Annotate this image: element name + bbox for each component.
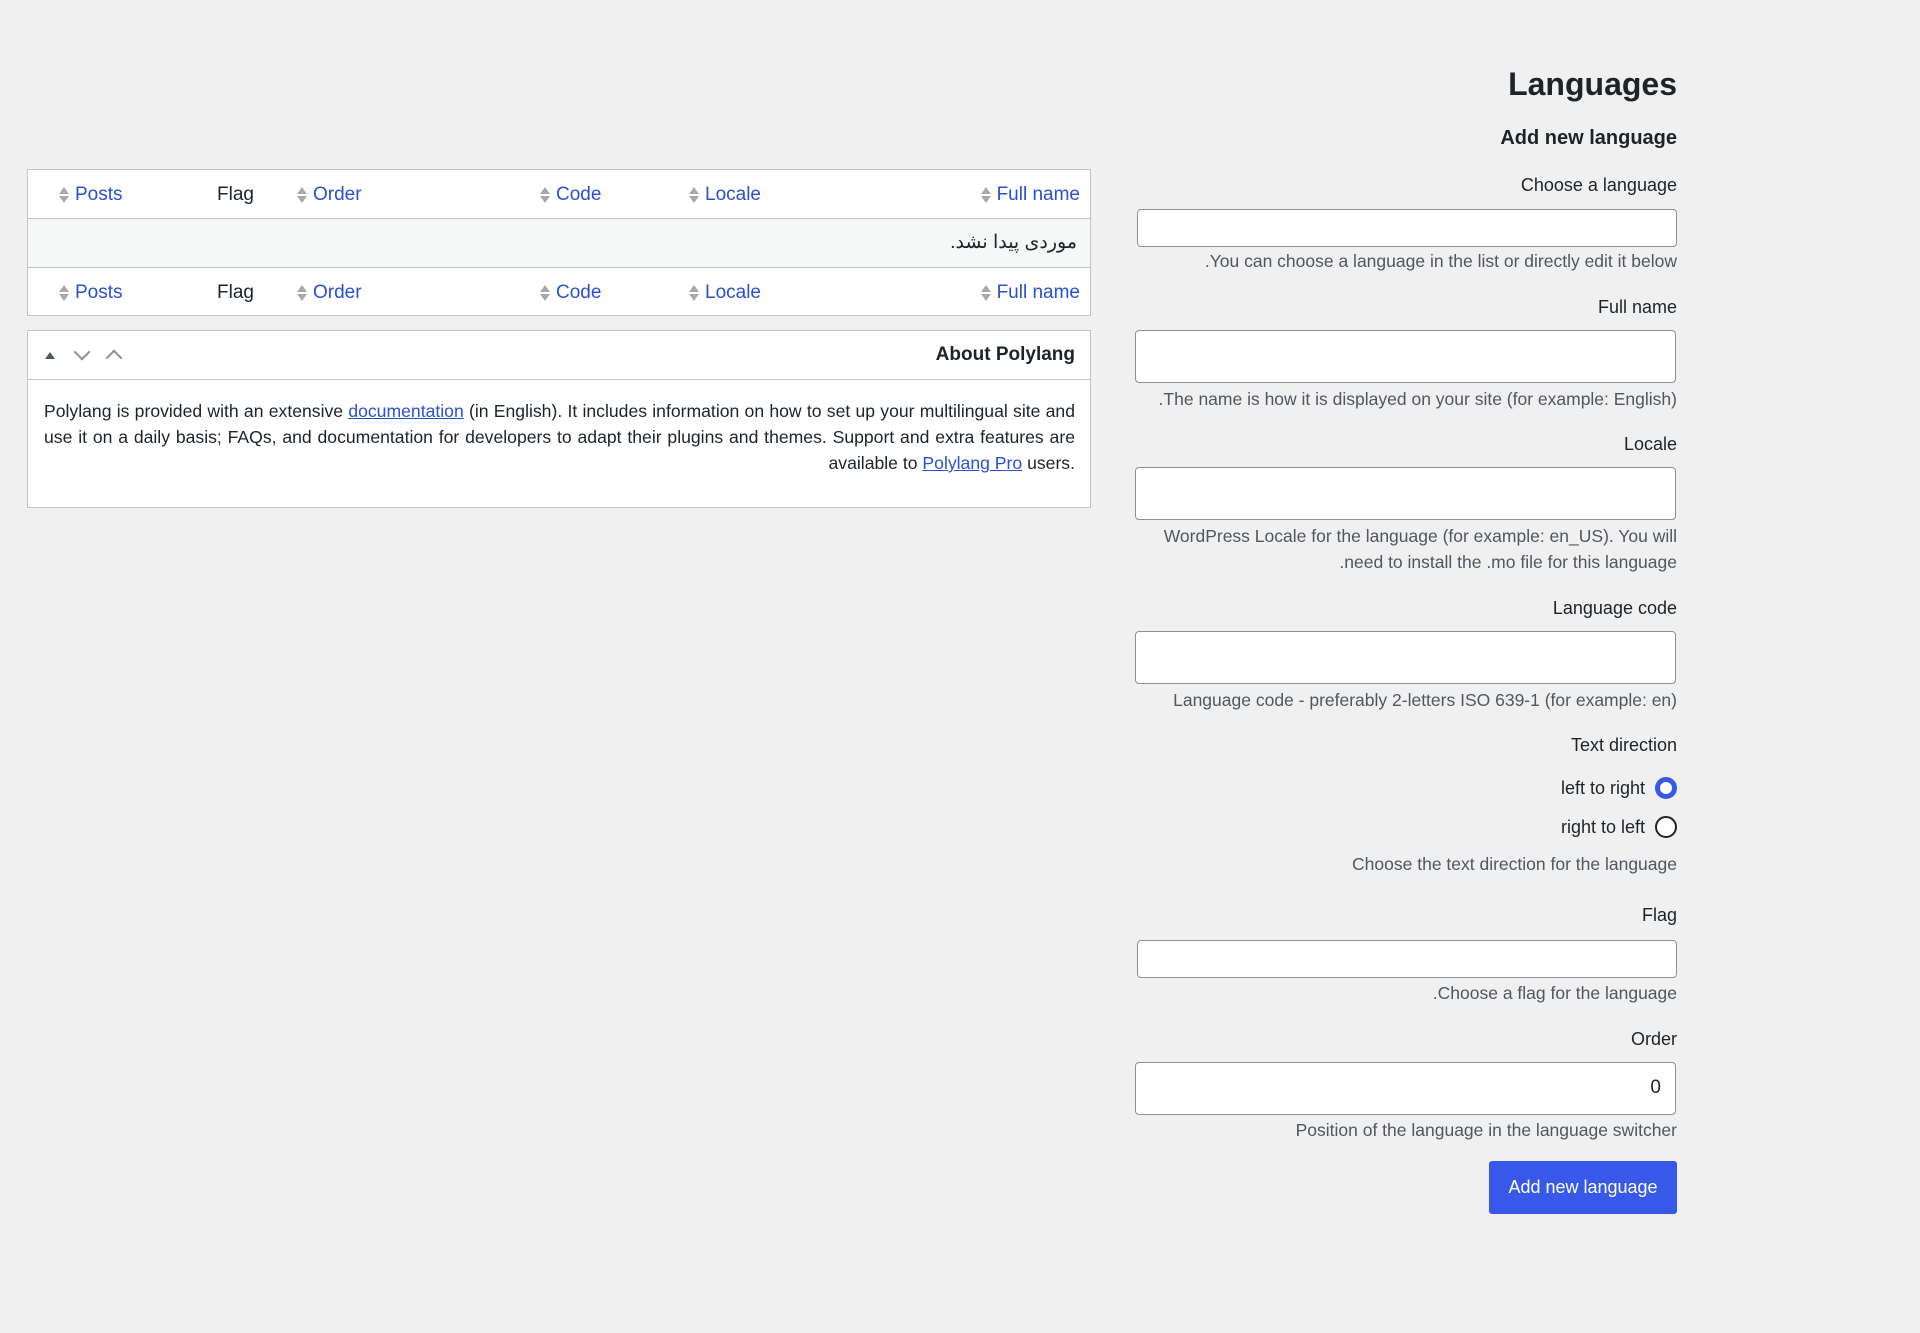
locale-label: Locale — [1623, 434, 1677, 454]
radio-ltr-button[interactable] — [1655, 777, 1677, 799]
order-input[interactable]: 0 — [1135, 1062, 1676, 1115]
flag-label: Flag — [1641, 905, 1677, 925]
column-locale[interactable]: Locale — [689, 184, 761, 206]
move-down-icon[interactable] — [70, 343, 94, 367]
footer-column-flag-label: Flag — [217, 282, 254, 303]
column-flag: Flag — [217, 184, 254, 206]
column-full-name-label[interactable]: Full name — [997, 184, 1080, 206]
footer-column-code-label[interactable]: Code — [556, 282, 601, 304]
column-code-label[interactable]: Code — [556, 184, 601, 206]
radio-rtl-button[interactable] — [1655, 816, 1677, 838]
radio-ltr-label: left to right — [1560, 777, 1645, 798]
footer-column-posts-label[interactable]: Posts — [75, 282, 123, 304]
table-header: Full name Locale Code Order Flag Posts — [28, 170, 1090, 218]
about-polylang-title: About Polylang — [935, 344, 1075, 365]
column-posts[interactable]: Posts — [59, 184, 123, 206]
text-direction-description: Choose the text direction for the langua… — [1352, 854, 1677, 874]
flag-description: Choose a flag for the language. — [1432, 983, 1677, 1003]
sort-icon — [980, 285, 991, 301]
language-code-input[interactable] — [1135, 631, 1676, 684]
footer-column-posts[interactable]: Posts — [59, 282, 123, 304]
about-text-before: Polylang is provided with an extensive — [44, 401, 349, 421]
flag-select[interactable] — [1137, 940, 1677, 978]
footer-column-flag: Flag — [217, 282, 254, 304]
choose-language-select[interactable] — [1137, 209, 1677, 247]
footer-column-locale[interactable]: Locale — [689, 282, 761, 304]
footer-column-locale-label[interactable]: Locale — [705, 282, 761, 304]
column-posts-label[interactable]: Posts — [75, 184, 123, 206]
page-title: Languages — [1508, 66, 1677, 102]
form-title: Add new language — [1500, 127, 1677, 149]
no-items-message: موردی پیدا نشد. — [950, 232, 1077, 253]
column-flag-label: Flag — [217, 184, 254, 205]
column-code[interactable]: Code — [540, 184, 601, 206]
text-direction-label: Text direction — [1570, 735, 1677, 755]
add-new-language-button[interactable]: Add new language — [1489, 1161, 1677, 1214]
polylang-pro-link[interactable]: Polylang Pro — [922, 453, 1022, 473]
footer-column-code[interactable]: Code — [540, 282, 601, 304]
footer-column-full-name-label[interactable]: Full name — [997, 282, 1080, 304]
locale-input[interactable] — [1135, 467, 1676, 520]
radio-ltr[interactable]: left to right — [1561, 777, 1677, 799]
languages-table: Full name Locale Code Order Flag Posts م… — [27, 169, 1091, 316]
sort-icon — [297, 187, 307, 203]
radio-rtl-label: right to left — [1560, 816, 1645, 837]
column-order-label[interactable]: Order — [313, 184, 362, 206]
column-locale-label[interactable]: Locale — [705, 184, 761, 206]
documentation-link[interactable]: documentation — [348, 401, 463, 421]
footer-column-order[interactable]: Order — [297, 282, 362, 304]
sort-icon — [540, 285, 550, 301]
order-label: Order — [1630, 1029, 1677, 1049]
about-polylang-content: Polylang is provided with an extensive d… — [28, 380, 1090, 476]
move-up-icon[interactable] — [102, 343, 126, 367]
about-polylang-box: About Polylang Polylang is provided with… — [27, 330, 1091, 508]
full-name-input[interactable] — [1135, 330, 1676, 383]
order-description: Position of the language in the language… — [1295, 1120, 1677, 1140]
order-value: 0 — [1650, 1077, 1661, 1098]
full-name-label: Full name — [1597, 297, 1677, 317]
sort-icon — [59, 285, 69, 301]
table-footer: Full name Locale Code Order Flag Posts — [28, 268, 1090, 316]
sort-icon — [540, 187, 550, 203]
language-code-description: Language code - preferably 2-letters ISO… — [1173, 690, 1677, 710]
choose-language-label: Choose a language — [1520, 175, 1677, 195]
full-name-description: The name is how it is displayed on your … — [1158, 389, 1677, 409]
radio-rtl[interactable]: right to left — [1561, 816, 1677, 838]
about-polylang-header: About Polylang — [28, 331, 1090, 380]
footer-column-full-name[interactable]: Full name — [980, 282, 1080, 304]
choose-language-description: You can choose a language in the list or… — [1204, 251, 1677, 271]
table-empty-row: موردی پیدا نشد. — [28, 218, 1090, 268]
sort-icon — [689, 187, 699, 203]
sort-icon — [59, 187, 69, 203]
sort-icon — [980, 187, 991, 203]
toggle-panel-icon[interactable] — [38, 343, 62, 367]
box-handles — [38, 343, 126, 367]
column-full-name[interactable]: Full name — [980, 184, 1080, 206]
sort-icon — [689, 285, 699, 301]
about-text-after: users. — [1022, 453, 1075, 473]
column-order[interactable]: Order — [297, 184, 362, 206]
sort-icon — [297, 285, 307, 301]
locale-description: WordPress Locale for the language (for e… — [1163, 526, 1677, 572]
footer-column-order-label[interactable]: Order — [313, 282, 362, 304]
language-code-label: Language code — [1552, 598, 1677, 618]
